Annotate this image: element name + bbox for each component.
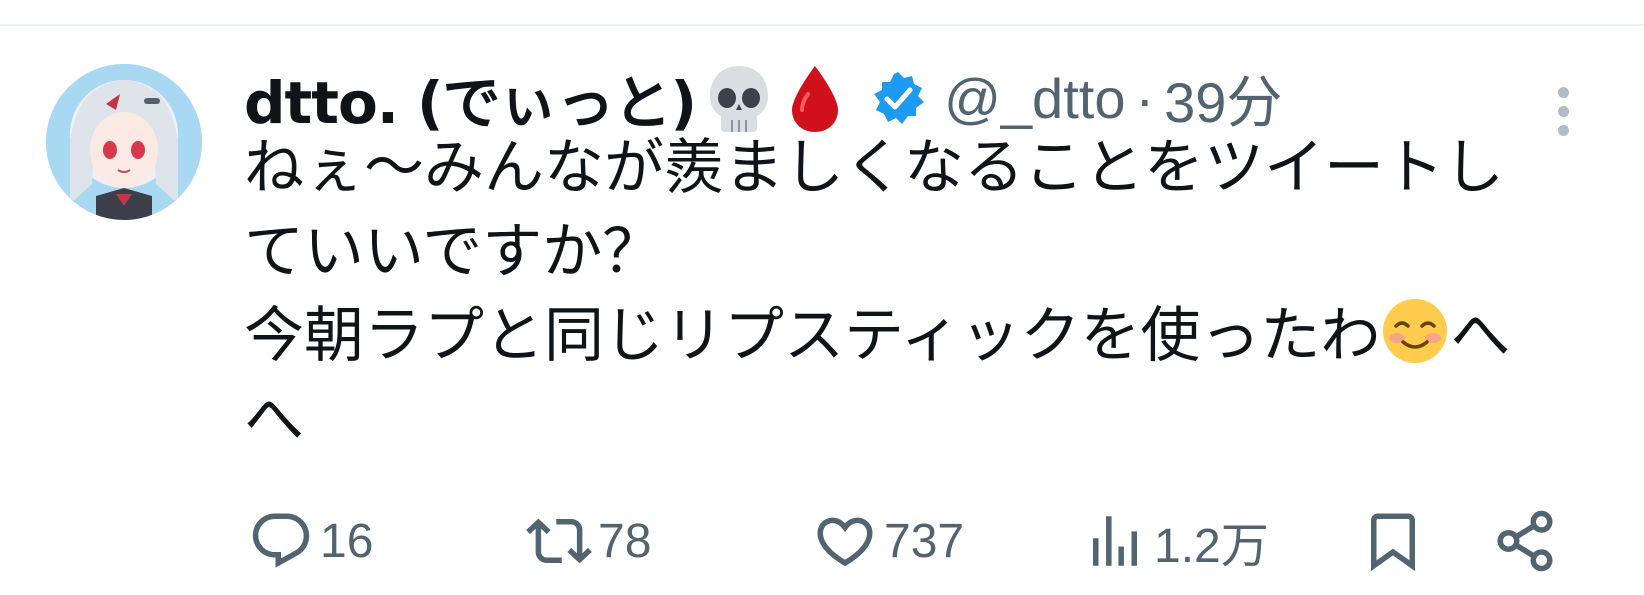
skull-emoji: [706, 62, 772, 134]
tweet-text-line: ねぇ〜みんなが羨ましくなることをツイートし: [244, 133, 1504, 203]
share-icon: [1492, 508, 1558, 574]
avatar[interactable]: [46, 64, 202, 220]
retweet-count: 78: [598, 514, 652, 568]
retweet-icon: [526, 508, 592, 574]
like-count: 737: [884, 514, 965, 568]
reply-button[interactable]: 16: [248, 496, 373, 586]
analytics-icon: [1082, 508, 1148, 574]
tweet-card[interactable]: dtto. (でぃっと) @_dtto · 39分 ねぇ〜みんなが羨ましくなるこ…: [0, 26, 1644, 595]
tweet-text-line: 今朝ラプと同じリプスティックを使ったわへ: [244, 294, 1594, 378]
tweet-text-segment: へ: [1450, 301, 1511, 371]
reply-count: 16: [320, 514, 374, 568]
smiling-face-emoji: [1380, 296, 1450, 366]
more-dot-icon: [1557, 86, 1569, 98]
views-count: 1.2万: [1154, 520, 1269, 573]
avatar-image: [46, 64, 202, 220]
tweet-text-line: ていいですか？: [244, 217, 663, 287]
separator-dot: ·: [1135, 66, 1155, 130]
bookmark-button[interactable]: [1360, 496, 1426, 586]
reply-icon: [248, 508, 314, 574]
user-handle[interactable]: @_dtto: [944, 66, 1125, 131]
more-dot-icon: [1557, 105, 1569, 117]
retweet-button[interactable]: 78: [526, 496, 651, 586]
action-bar: 16 78 737 1.2万: [0, 496, 1644, 586]
tweet-text: ねぇ〜みんなが羨ましくなることをツイートし ていいですか？ 今朝ラプと同じリプス…: [244, 126, 1594, 462]
tweet-text-line: へ: [244, 385, 304, 455]
like-button[interactable]: 737: [812, 496, 964, 586]
blood-drop-emoji: [782, 62, 848, 134]
share-button[interactable]: [1492, 496, 1558, 586]
verified-badge-icon[interactable]: [870, 70, 926, 126]
tweet-text-segment: 今朝ラプと同じリプスティックを使ったわ: [244, 301, 1381, 371]
views-button[interactable]: 1.2万: [1082, 496, 1269, 586]
heart-icon: [812, 508, 878, 574]
bookmark-icon: [1360, 508, 1426, 574]
